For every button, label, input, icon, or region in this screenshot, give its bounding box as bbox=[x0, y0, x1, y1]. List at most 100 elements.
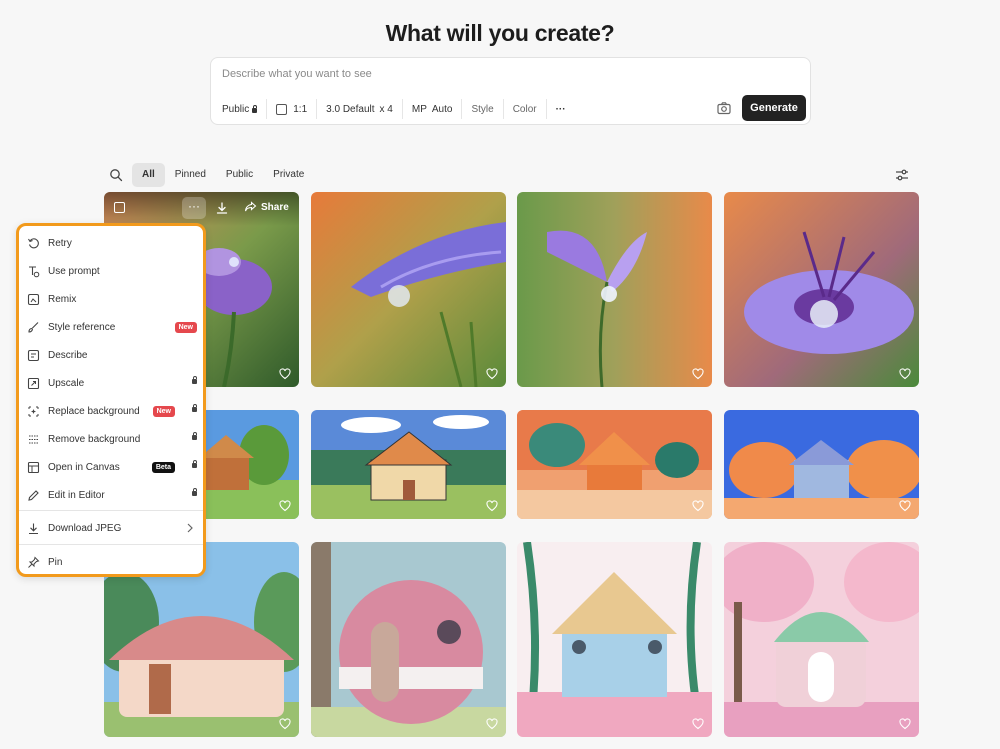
gallery-image[interactable] bbox=[311, 542, 506, 737]
share-icon bbox=[244, 201, 257, 212]
menu-item-remix[interactable]: Remix bbox=[27, 289, 197, 309]
menu-item-pin[interactable]: Pin bbox=[27, 552, 197, 572]
tab-pinned[interactable]: Pinned bbox=[165, 163, 216, 187]
menu-item-retry[interactable]: Retry bbox=[27, 233, 197, 253]
brush-icon bbox=[28, 321, 39, 333]
gallery-image[interactable] bbox=[724, 192, 919, 387]
prompt-options: Public 1:1 3.0 Default x 4 MP Auto Style… bbox=[222, 99, 575, 119]
aspect-ratio-option[interactable]: 1:1 bbox=[267, 99, 318, 119]
prompt-box: Public 1:1 3.0 Default x 4 MP Auto Style… bbox=[210, 57, 811, 125]
gallery-image[interactable] bbox=[517, 410, 712, 519]
download-icon bbox=[29, 523, 38, 534]
count-label: x 4 bbox=[379, 103, 393, 115]
gallery-image[interactable] bbox=[517, 192, 712, 387]
more-options-button[interactable]: ··· bbox=[547, 99, 575, 119]
heart-icon bbox=[279, 368, 291, 380]
more-icon: ··· bbox=[555, 103, 566, 115]
select-checkbox[interactable] bbox=[114, 202, 125, 213]
heart-icon bbox=[279, 718, 291, 730]
more-button[interactable]: ··· bbox=[182, 197, 206, 219]
tab-private[interactable]: Private bbox=[263, 163, 314, 187]
magic-prompt-option[interactable]: MP Auto bbox=[403, 99, 463, 119]
model-option[interactable]: 3.0 Default x 4 bbox=[317, 99, 403, 119]
chevron-right-icon bbox=[187, 523, 193, 533]
heart-icon bbox=[899, 500, 911, 512]
upscale-icon bbox=[27, 377, 40, 389]
download-icon[interactable] bbox=[215, 201, 229, 215]
menu-item-upscale[interactable]: Upscale bbox=[27, 373, 197, 393]
heart-icon bbox=[899, 368, 911, 380]
menu-item-label: Edit in Editor bbox=[48, 489, 105, 501]
new-badge: New bbox=[152, 406, 175, 417]
aspect-ratio-label: 1:1 bbox=[293, 103, 308, 115]
lock-icon bbox=[192, 460, 197, 468]
visibility-label: Public bbox=[222, 103, 250, 115]
pin-icon bbox=[28, 556, 40, 568]
filter-bar: All Pinned Public Private bbox=[104, 163, 314, 187]
menu-item-label: Replace background bbox=[48, 405, 140, 417]
menu-divider bbox=[19, 510, 203, 511]
menu-item-style-reference[interactable]: Style reference New bbox=[27, 317, 197, 337]
menu-item-download-jpeg[interactable]: Download JPEG bbox=[27, 518, 197, 538]
lock-icon bbox=[192, 432, 197, 440]
sliders-icon[interactable] bbox=[893, 166, 911, 184]
menu-item-replace-background[interactable]: Replace background New bbox=[27, 401, 197, 421]
menu-item-label: Pin bbox=[48, 556, 63, 568]
gallery-image[interactable] bbox=[517, 542, 712, 737]
remove-background-icon bbox=[29, 435, 38, 443]
gallery-image[interactable] bbox=[724, 542, 919, 737]
heart-icon bbox=[486, 718, 498, 730]
tab-all[interactable]: All bbox=[132, 163, 165, 187]
aspect-ratio-icon bbox=[276, 103, 288, 115]
search-icon[interactable] bbox=[104, 163, 128, 187]
heart-icon bbox=[486, 500, 498, 512]
menu-item-describe[interactable]: Describe bbox=[27, 345, 197, 365]
menu-item-label: Style reference bbox=[48, 321, 116, 333]
menu-item-label: Remix bbox=[48, 293, 77, 305]
camera-icon[interactable] bbox=[716, 100, 732, 116]
lock-icon bbox=[252, 104, 258, 113]
lock-icon bbox=[192, 404, 197, 412]
heart-icon bbox=[692, 718, 704, 730]
new-badge: New bbox=[174, 321, 197, 333]
menu-item-open-in-canvas[interactable]: Open in Canvas Beta bbox=[27, 457, 197, 477]
share-button[interactable]: Share bbox=[244, 201, 289, 213]
heart-icon bbox=[899, 718, 911, 730]
menu-item-remove-background[interactable]: Remove background bbox=[27, 429, 197, 449]
retry-icon bbox=[28, 237, 39, 248]
menu-item-edit-in-editor[interactable]: Edit in Editor bbox=[27, 485, 197, 505]
prompt-input[interactable] bbox=[222, 68, 782, 80]
mp-value: Auto bbox=[431, 103, 453, 115]
heart-icon bbox=[692, 500, 704, 512]
gallery-image[interactable] bbox=[724, 410, 919, 519]
color-label: Color bbox=[512, 103, 537, 115]
menu-item-label: Remove background bbox=[48, 433, 141, 445]
mp-label: MP bbox=[411, 103, 427, 115]
page-title: What will you create? bbox=[385, 20, 615, 46]
style-option[interactable]: Style bbox=[462, 99, 504, 119]
heart-icon bbox=[486, 368, 498, 380]
canvas-icon bbox=[27, 461, 40, 473]
style-label: Style bbox=[471, 103, 494, 115]
pencil-icon bbox=[28, 489, 39, 501]
remix-icon bbox=[27, 293, 40, 305]
gallery-image[interactable] bbox=[311, 410, 506, 519]
menu-item-label: Retry bbox=[48, 237, 72, 249]
describe-icon bbox=[27, 349, 40, 361]
lock-icon bbox=[192, 376, 197, 384]
gallery-image[interactable] bbox=[311, 192, 506, 387]
generate-button[interactable]: Generate bbox=[742, 95, 806, 121]
beta-badge: Beta bbox=[151, 462, 175, 473]
color-option[interactable]: Color bbox=[504, 99, 547, 119]
menu-item-label: Open in Canvas bbox=[48, 461, 120, 473]
replace-background-icon bbox=[28, 406, 39, 416]
share-label: Share bbox=[261, 201, 289, 213]
menu-item-use-prompt[interactable]: Use prompt bbox=[27, 261, 197, 281]
menu-item-label: Describe bbox=[48, 349, 88, 361]
menu-item-label: Upscale bbox=[48, 377, 85, 389]
lock-icon bbox=[192, 488, 197, 496]
tab-public[interactable]: Public bbox=[216, 163, 263, 187]
use-prompt-icon bbox=[29, 265, 40, 277]
heart-icon bbox=[692, 368, 704, 380]
visibility-option[interactable]: Public bbox=[222, 99, 268, 119]
